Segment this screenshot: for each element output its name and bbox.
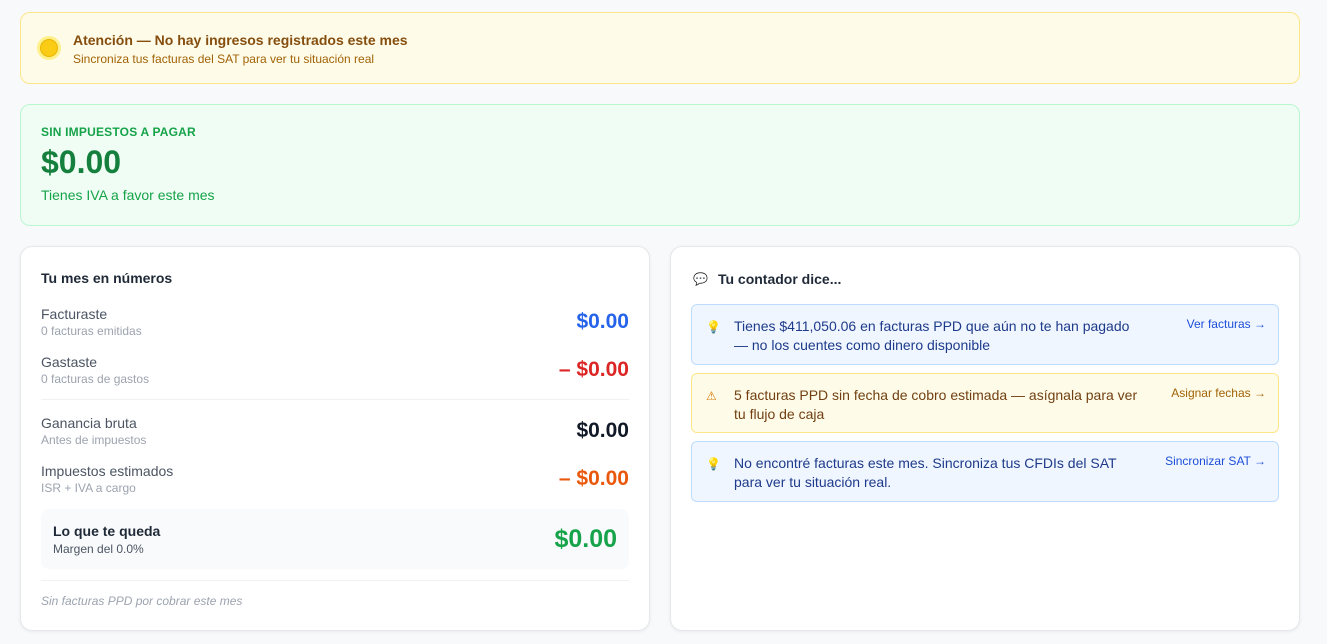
tip-ppd-unpaid: 💡 Tienes $411,050.06 en facturas PPD que…	[691, 304, 1279, 365]
income-row: Facturaste 0 facturas emitidas $0.00	[41, 305, 629, 338]
month-card-title: Tu mes en números	[41, 270, 173, 286]
margin-label: Margen del 0.0%	[53, 541, 144, 556]
income-value: $0.00	[576, 309, 629, 333]
expense-value: – $0.00	[558, 357, 629, 381]
assign-dates-link[interactable]: Asignar fechas →	[1171, 386, 1266, 432]
estimated-taxes-sub: ISR + IVA a cargo	[41, 481, 136, 495]
tax-amount: $0.00	[41, 144, 122, 180]
estimated-taxes-row: Impuestos estimados ISR + IVA a cargo – …	[41, 462, 629, 495]
advisor-card: 💬 Tu contador dice... 💡 Tienes $411,050.…	[670, 246, 1300, 631]
net-remaining-label: Lo que te queda	[53, 522, 161, 539]
net-remaining-box: Lo que te queda Margen del 0.0% $0.00	[41, 509, 629, 569]
expense-label: Gastaste	[41, 354, 98, 370]
advisor-header: 💬 Tu contador dice...	[693, 271, 841, 287]
expense-row: Gastaste 0 facturas de gastos – $0.00	[41, 353, 629, 386]
advisor-title: Tu contador dice...	[717, 271, 842, 287]
alert-banner: Atención — No hay ingresos registrados e…	[20, 12, 1300, 84]
alert-title: Atención — No hay ingresos registrados e…	[73, 31, 408, 48]
gross-profit-value: $0.00	[576, 418, 629, 442]
alert-text: Atención — No hay ingresos registrados e…	[73, 31, 408, 66]
warning-triangle-icon: ⚠	[706, 389, 717, 403]
section-divider	[41, 399, 629, 400]
net-remaining-value: $0.00	[554, 524, 617, 553]
tip-text: Tienes $411,050.06 en facturas PPD que a…	[734, 318, 1130, 353]
gross-profit-sub: Antes de impuestos	[41, 433, 147, 447]
view-invoices-link[interactable]: Ver facturas →	[1187, 317, 1266, 364]
tax-note: Tienes IVA a favor este mes	[41, 187, 215, 203]
month-numbers-card: Tu mes en números Facturaste 0 facturas …	[20, 246, 650, 631]
tip-text: No encontré facturas este mes. Sincroniz…	[734, 455, 1117, 490]
ppd-footnote: Sin facturas PPD por cobrar este mes	[41, 594, 243, 608]
tax-label: SIN IMPUESTOS A PAGAR	[41, 125, 196, 139]
gross-profit-label: Ganancia bruta	[41, 415, 137, 431]
expense-sub: 0 facturas de gastos	[41, 372, 150, 386]
alert-subtitle: Sincroniza tus facturas del SAT para ver…	[73, 51, 375, 66]
gross-profit-row: Ganancia bruta Antes de impuestos $0.00	[41, 414, 629, 447]
income-sub: 0 facturas emitidas	[41, 324, 142, 338]
sync-sat-link[interactable]: Sincronizar SAT →	[1165, 454, 1266, 501]
estimated-taxes-value: – $0.00	[558, 466, 629, 490]
tip-sync-sat: 💡 No encontré facturas este mes. Sincron…	[691, 441, 1279, 502]
lightbulb-icon: 💡	[706, 457, 721, 471]
lightbulb-icon: 💡	[706, 320, 721, 334]
tax-summary-card: SIN IMPUESTOS A PAGAR $0.00 Tienes IVA a…	[20, 104, 1300, 226]
speech-bubble-icon: 💬	[693, 272, 708, 286]
footer-divider	[41, 580, 629, 581]
tip-text: 5 facturas PPD sin fecha de cobro estima…	[734, 387, 1138, 422]
tip-ppd-dates: ⚠ 5 facturas PPD sin fecha de cobro esti…	[691, 373, 1279, 433]
warning-dot-icon	[37, 36, 61, 60]
income-label: Facturaste	[41, 306, 108, 322]
estimated-taxes-label: Impuestos estimados	[41, 463, 174, 479]
